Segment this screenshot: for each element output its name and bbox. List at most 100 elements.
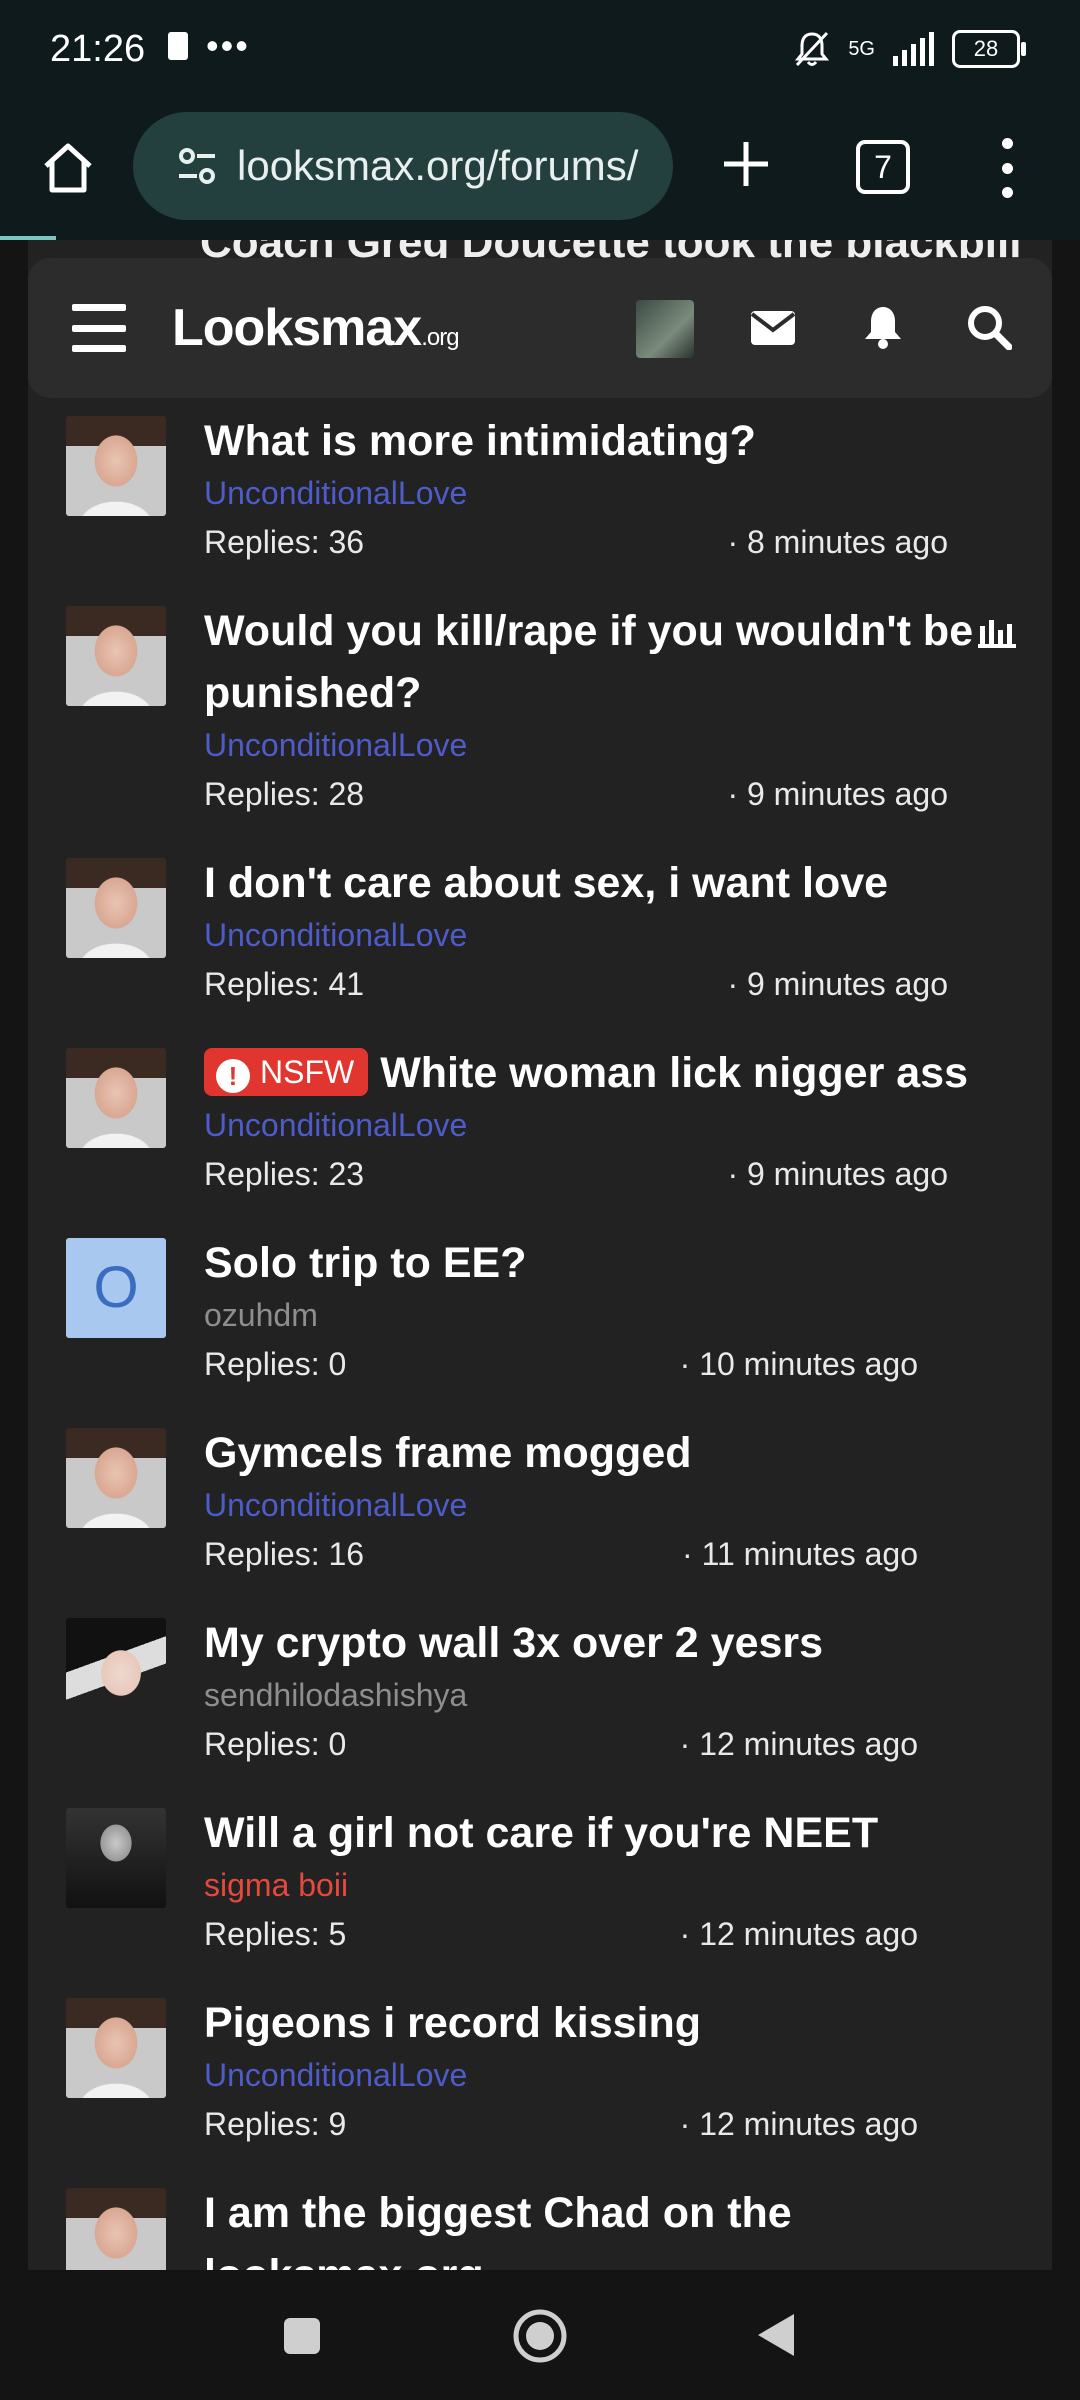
thread-row[interactable]: Would you kill/rape if you wouldn't be p… bbox=[28, 600, 1052, 852]
thread-row[interactable]: What is more intimidating? UnconditionalL… bbox=[28, 410, 1052, 600]
thread-author[interactable]: sigma boii bbox=[204, 1864, 974, 1906]
thread-meta: Replies: 0 · 10 minutes ago bbox=[204, 1346, 974, 1390]
last-post-time[interactable]: · 9 minutes ago bbox=[727, 966, 948, 1003]
thread-meta: Replies: 28 · 9 minutes ago bbox=[204, 776, 974, 820]
thread-author-avatar[interactable] bbox=[66, 1048, 166, 1148]
last-post-time[interactable]: · 8 minutes ago bbox=[727, 524, 948, 561]
thread-list: What is more intimidating? UnconditionalL… bbox=[28, 410, 1052, 2270]
thread-meta: Replies: 5 · 12 minutes ago bbox=[204, 1916, 974, 1960]
browser-menu-icon[interactable] bbox=[1000, 138, 1014, 198]
thread-content: Gymcels frame mogged UnconditionalLove Rep… bbox=[204, 1422, 974, 1580]
thread-meta: Replies: 0 · 12 minutes ago bbox=[204, 1726, 974, 1770]
last-post-time[interactable]: · 9 minutes ago bbox=[727, 1156, 948, 1193]
thread-author[interactable]: UnconditionalLove bbox=[204, 2054, 974, 2096]
thread-meta: Replies: 36 · 8 minutes ago bbox=[204, 524, 974, 568]
status-time: 21:26 bbox=[50, 28, 146, 70]
thread-author[interactable]: UnconditionalLove bbox=[204, 914, 974, 956]
thread-author-avatar[interactable] bbox=[66, 858, 166, 958]
thread-title[interactable]: Will a girl not care if you're NEET bbox=[204, 1802, 974, 1864]
thread-author-avatar[interactable] bbox=[66, 606, 166, 706]
thread-author-avatar[interactable] bbox=[66, 1808, 166, 1908]
last-post-time[interactable]: · 10 minutes ago bbox=[680, 1346, 918, 1383]
sim-icon bbox=[168, 32, 188, 60]
thread-title[interactable]: Gymcels frame mogged bbox=[204, 1422, 974, 1484]
home-icon[interactable] bbox=[38, 138, 98, 198]
last-post-time[interactable]: · 12 minutes ago bbox=[680, 2106, 918, 2143]
back-button[interactable] bbox=[756, 2312, 796, 2358]
tab-count: 7 bbox=[874, 149, 892, 185]
status-right-icons: 5G 28 bbox=[794, 30, 1026, 68]
reply-count: Replies: 5 bbox=[204, 1916, 347, 1952]
forum-column: Coach Greg Doucette took the blackpill L… bbox=[28, 240, 1052, 2270]
more-notifications-icon: ••• bbox=[206, 25, 250, 66]
thread-title[interactable]: ! NSFW White woman lick nigger ass bbox=[204, 1042, 974, 1104]
signal-icon bbox=[893, 32, 934, 66]
home-button[interactable] bbox=[512, 2308, 568, 2364]
reply-count: Replies: 28 bbox=[204, 776, 365, 812]
reply-count: Replies: 0 bbox=[204, 1726, 347, 1762]
thread-title[interactable]: My crypto wall 3x over 2 yesrs bbox=[204, 1612, 974, 1674]
tab-switcher-button[interactable]: 7 bbox=[856, 140, 910, 194]
thread-title[interactable]: I don't care about sex, i want love bbox=[204, 852, 974, 914]
reply-count: Replies: 0 bbox=[204, 1346, 347, 1382]
thread-author-avatar[interactable]: O bbox=[66, 1238, 166, 1338]
thread-meta: Replies: 9 · 12 minutes ago bbox=[204, 2106, 974, 2150]
poll-icon bbox=[978, 620, 1016, 648]
browser-toolbar: looksmax.org/forums/ 7 bbox=[0, 100, 1080, 241]
thread-author-avatar[interactable] bbox=[66, 1428, 166, 1528]
thread-row[interactable]: O Solo trip to EE? ozuhdm Replies: 0 · 10 mi… bbox=[28, 1232, 1052, 1422]
menu-icon[interactable] bbox=[72, 304, 126, 352]
user-avatar[interactable] bbox=[636, 300, 694, 358]
url-bar[interactable]: looksmax.org/forums/ bbox=[133, 112, 673, 220]
reply-count: Replies: 23 bbox=[204, 1156, 365, 1192]
thread-author[interactable]: UnconditionalLove bbox=[204, 1484, 974, 1526]
recents-button[interactable] bbox=[284, 2318, 320, 2354]
thread-author-avatar[interactable] bbox=[66, 2188, 166, 2270]
thread-author[interactable]: UnconditionalLove bbox=[204, 724, 974, 766]
thread-author-avatar[interactable] bbox=[66, 416, 166, 516]
thread-author[interactable]: UnconditionalLove bbox=[204, 472, 974, 514]
thread-author[interactable]: sendhilodashishya bbox=[204, 1674, 974, 1716]
thread-content: Will a girl not care if you're NEET sigma… bbox=[204, 1802, 974, 1960]
thread-row[interactable]: My crypto wall 3x over 2 yesrs sendhiloda… bbox=[28, 1612, 1052, 1802]
thread-row[interactable]: Will a girl not care if you're NEET sigma… bbox=[28, 1802, 1052, 1992]
thread-title[interactable]: Solo trip to EE? bbox=[204, 1232, 974, 1294]
status-left-icons: ••• bbox=[168, 25, 250, 66]
reply-count: Replies: 9 bbox=[204, 2106, 347, 2142]
thread-author[interactable]: ozuhdm bbox=[204, 1294, 974, 1336]
reply-count: Replies: 36 bbox=[204, 524, 365, 560]
network-type: 5G bbox=[848, 37, 875, 60]
last-post-time[interactable]: · 12 minutes ago bbox=[680, 1726, 918, 1763]
thread-title[interactable]: I am the biggest Chad on the looksmax.or… bbox=[204, 2182, 974, 2270]
last-post-time[interactable]: · 11 minutes ago bbox=[682, 1536, 918, 1573]
thread-title[interactable]: Would you kill/rape if you wouldn't be p… bbox=[204, 600, 974, 724]
thread-row[interactable]: I am the biggest Chad on the looksmax.or… bbox=[28, 2182, 1052, 2270]
search-icon[interactable] bbox=[966, 304, 1012, 350]
thread-row[interactable]: Gymcels frame mogged UnconditionalLove Rep… bbox=[28, 1422, 1052, 1612]
thread-row[interactable]: Pigeons i record kissing UnconditionalLov… bbox=[28, 1992, 1052, 2182]
site-logo[interactable]: Looksmax.org bbox=[172, 298, 460, 358]
inbox-icon[interactable] bbox=[750, 310, 796, 346]
thread-row[interactable]: I don't care about sex, i want love Uncon… bbox=[28, 852, 1052, 1042]
thread-author-avatar[interactable] bbox=[66, 1998, 166, 2098]
thread-content: What is more intimidating? UnconditionalL… bbox=[204, 410, 974, 568]
thread-meta: Replies: 41 · 9 minutes ago bbox=[204, 966, 974, 1010]
battery-icon: 28 bbox=[952, 30, 1026, 68]
alerts-icon[interactable] bbox=[862, 304, 904, 350]
new-tab-icon[interactable] bbox=[718, 136, 774, 192]
thread-title[interactable]: What is more intimidating? bbox=[204, 410, 974, 472]
thread-author[interactable]: UnconditionalLove bbox=[204, 1104, 974, 1146]
alert-icon: ! bbox=[216, 1059, 250, 1093]
site-settings-icon[interactable] bbox=[175, 144, 219, 188]
thread-author-avatar[interactable] bbox=[66, 1618, 166, 1718]
thread-content: Would you kill/rape if you wouldn't be p… bbox=[204, 600, 974, 820]
thread-content: ! NSFW White woman lick nigger ass Uncondit… bbox=[204, 1042, 974, 1200]
thread-row[interactable]: ! NSFW White woman lick nigger ass Uncondit… bbox=[28, 1042, 1052, 1232]
last-post-time[interactable]: · 9 minutes ago bbox=[727, 776, 948, 813]
url-text[interactable]: looksmax.org/forums/ bbox=[237, 142, 638, 190]
status-bar: 21:26 ••• 5G 28 bbox=[0, 0, 1080, 100]
thread-title[interactable]: Pigeons i record kissing bbox=[204, 1992, 974, 2054]
web-page: Coach Greg Doucette took the blackpill L… bbox=[0, 240, 1080, 2270]
thread-meta: Replies: 23 · 9 minutes ago bbox=[204, 1156, 974, 1200]
last-post-time[interactable]: · 12 minutes ago bbox=[680, 1916, 918, 1953]
